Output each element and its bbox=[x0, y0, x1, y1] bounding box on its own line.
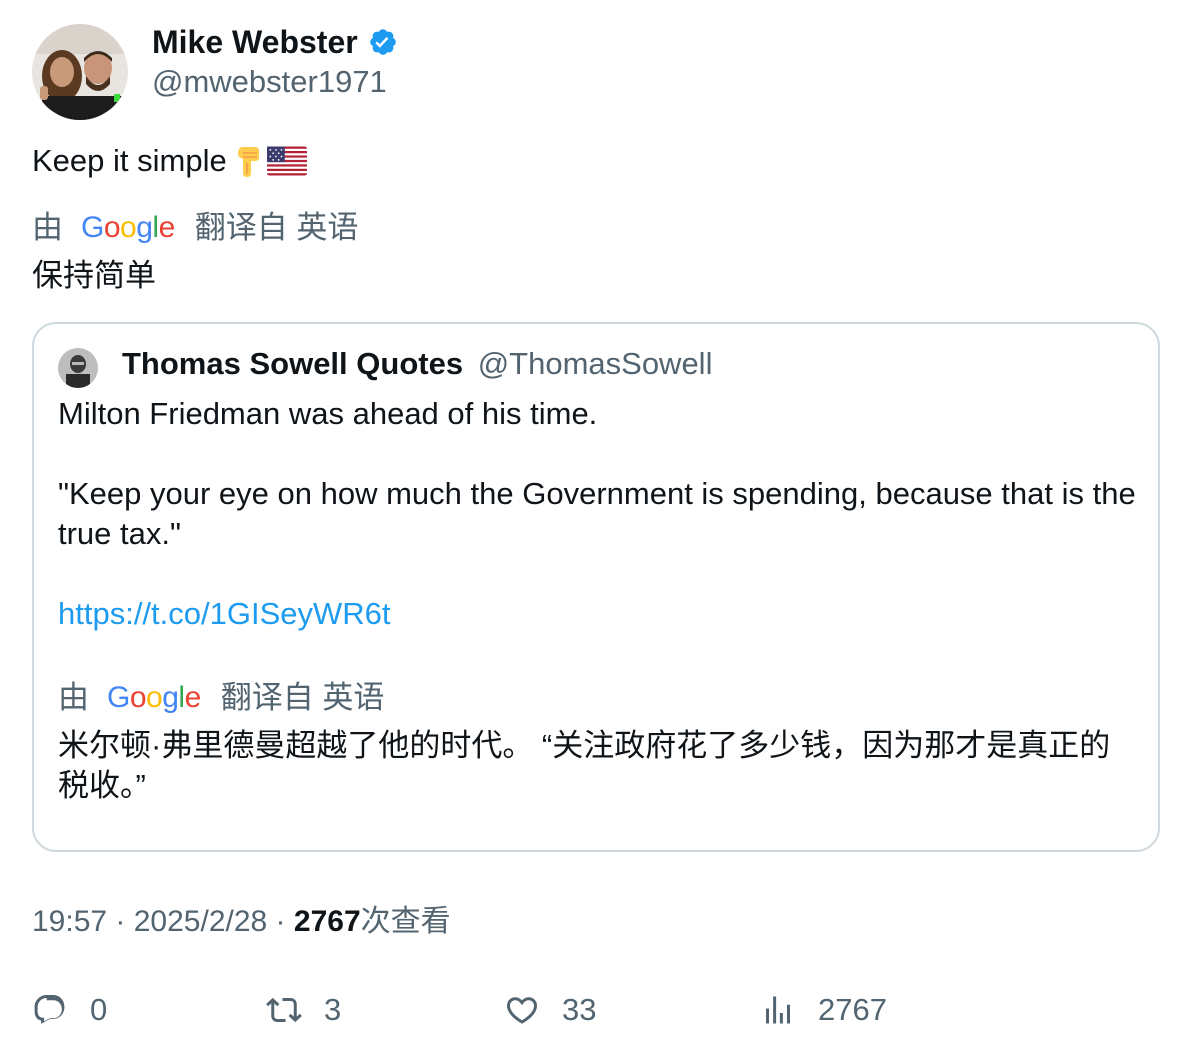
translation-suffix: 翻译自 英语 bbox=[194, 210, 359, 245]
author-handle[interactable]: @mwebster1971 bbox=[152, 62, 387, 102]
quoted-text-line2: "Keep your eye on how much the Governmen… bbox=[58, 476, 1136, 551]
translation-attribution: 由 Google 翻译自 英语 bbox=[32, 208, 358, 248]
reply-button[interactable]: 0 bbox=[32, 986, 107, 1034]
views-count: 2767 bbox=[293, 905, 361, 938]
views-action-count: 2767 bbox=[818, 992, 887, 1027]
author-name[interactable]: Mike Webster bbox=[152, 22, 358, 62]
quoted-tweet-body: Milton Friedman was ahead of his time. "… bbox=[58, 394, 1138, 634]
reply-count: 0 bbox=[90, 992, 108, 1027]
heart-icon bbox=[506, 997, 538, 1024]
analytics-bar-icon bbox=[766, 996, 790, 1024]
quoted-author-name[interactable]: Thomas Sowell Quotes bbox=[122, 346, 463, 381]
views-label: 次查看 bbox=[360, 905, 451, 938]
quoted-google-logo: Google bbox=[107, 681, 201, 714]
tweet-text-content: Keep it simple bbox=[32, 143, 227, 178]
tweet-meta: 19:57 · 2025/2/28 · 2767次查看 bbox=[32, 902, 451, 942]
meta-separator: · bbox=[267, 905, 294, 938]
translated-text: 保持简单 bbox=[32, 258, 156, 293]
views-button[interactable]: 2767 bbox=[760, 986, 887, 1034]
translation-prefix: 由 bbox=[32, 210, 63, 245]
us-flag-emoji-icon bbox=[266, 146, 307, 176]
quoted-text-line1: Milton Friedman was ahead of his time. bbox=[58, 396, 598, 431]
meta-separator: · bbox=[107, 905, 134, 938]
quoted-link[interactable]: https://t.co/1GISeyWR6t bbox=[58, 596, 391, 631]
pointing-down-emoji-icon bbox=[237, 147, 259, 177]
quoted-tweet-card[interactable]: Thomas Sowell Quotes @ThomasSowell Milto… bbox=[32, 322, 1160, 852]
google-logo: Google bbox=[81, 211, 175, 244]
avatar-photo bbox=[32, 24, 128, 120]
quoted-translation-prefix: 由 bbox=[58, 680, 89, 715]
quoted-author-header: Thomas Sowell Quotes @ThomasSowell bbox=[122, 344, 712, 384]
like-button[interactable]: 33 bbox=[504, 986, 596, 1034]
quoted-author-avatar[interactable] bbox=[58, 348, 98, 388]
tweet-time[interactable]: 19:57 bbox=[32, 905, 107, 938]
author-name-row[interactable]: Mike Webster bbox=[152, 22, 398, 62]
quoted-avatar-photo bbox=[58, 348, 98, 388]
verified-badge-icon bbox=[369, 29, 396, 55]
like-count: 33 bbox=[562, 992, 597, 1027]
tweet-date[interactable]: 2025/2/28 bbox=[134, 905, 267, 938]
reply-icon bbox=[34, 995, 65, 1024]
quoted-translated-text: 米尔顿·弗里德曼超越了他的时代。 “关注政府花了多少钱，因为那才是真正的税收。” bbox=[58, 728, 1111, 803]
quoted-translation-attribution: 由 Google 翻译自 英语 bbox=[58, 678, 384, 718]
retweet-count: 3 bbox=[324, 992, 342, 1027]
retweet-button[interactable]: 3 bbox=[266, 986, 341, 1034]
quoted-author-handle[interactable]: @ThomasSowell bbox=[478, 346, 713, 381]
quoted-translation-suffix: 翻译自 英语 bbox=[220, 680, 385, 715]
retweet-icon bbox=[266, 997, 302, 1023]
action-bar: 0 3 33 2767 bbox=[32, 986, 1164, 1034]
tweet-text: Keep it simple bbox=[32, 140, 307, 182]
author-avatar[interactable] bbox=[32, 24, 128, 120]
